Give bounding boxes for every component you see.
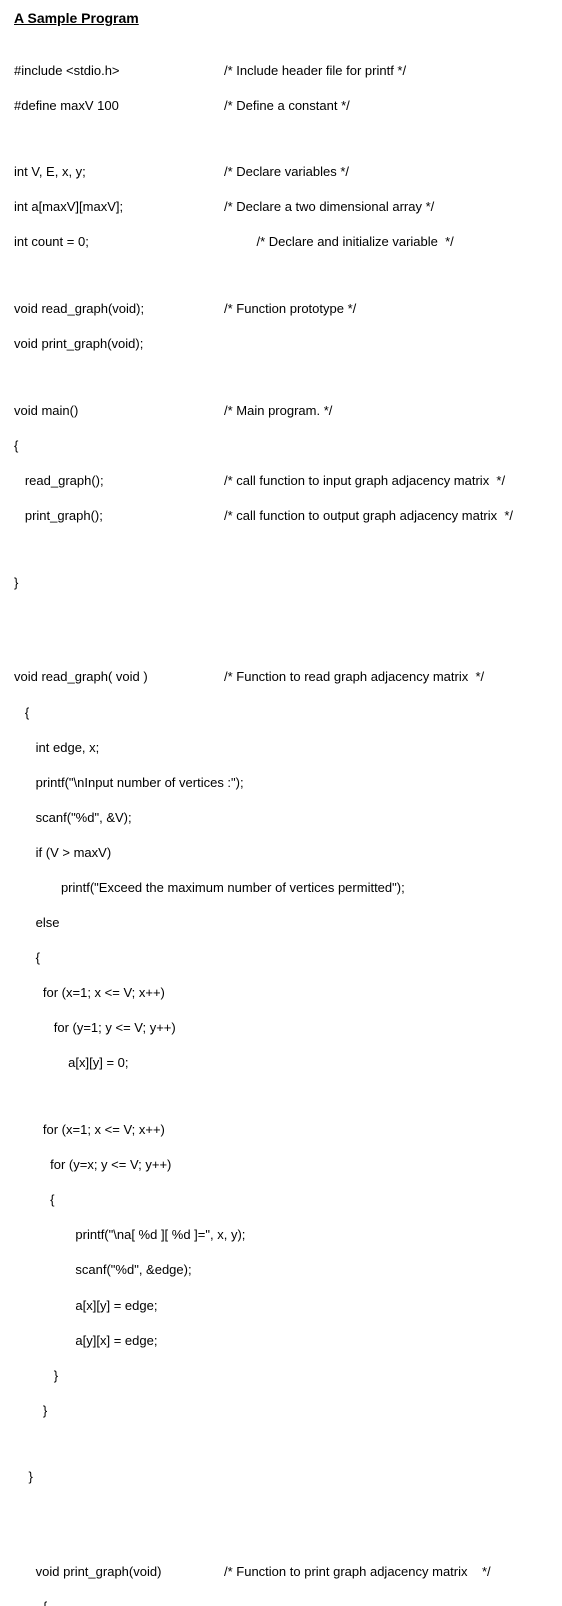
- code-text: int edge, x;: [14, 739, 99, 757]
- code-text: {: [14, 437, 18, 455]
- code-text: for (x=1; x <= V; x++): [14, 984, 165, 1002]
- code-comment: /* Include header file for printf */: [224, 62, 406, 80]
- code-comment: /* call function to input graph adjacenc…: [224, 472, 505, 490]
- code-comment: /* Function prototype */: [224, 300, 356, 318]
- code-text: void print_graph(void);: [14, 335, 224, 353]
- code-comment: /* Declare and initialize variable */: [224, 233, 454, 251]
- code-text: }: [14, 574, 18, 592]
- code-text: int count = 0;: [14, 233, 224, 251]
- code-text: a[y][x] = edge;: [14, 1332, 157, 1350]
- code-comment: /* Main program. */: [224, 402, 332, 420]
- code-comment: /* Function to print graph adjacency mat…: [224, 1563, 491, 1581]
- code-comment: /* Declare a two dimensional array */: [224, 198, 434, 216]
- code-text: int a[maxV][maxV];: [14, 198, 224, 216]
- code-text: {: [14, 1598, 47, 1606]
- code-text: if (V > maxV): [14, 844, 111, 862]
- code-listing: #include <stdio.h>/* Include header file…: [14, 44, 548, 1606]
- code-text: #define maxV 100: [14, 97, 224, 115]
- code-text: printf("Exceed the maximum number of ver…: [14, 879, 405, 897]
- code-text: a[x][y] = 0;: [14, 1054, 129, 1072]
- code-text: for (x=1; x <= V; x++): [14, 1121, 165, 1139]
- code-text: scanf("%d", &edge);: [14, 1261, 192, 1279]
- code-text: print_graph();: [14, 507, 224, 525]
- code-text: {: [14, 949, 40, 967]
- code-text: read_graph();: [14, 472, 224, 490]
- code-comment: /* Declare variables */: [224, 163, 349, 181]
- code-text: void read_graph(void);: [14, 300, 224, 318]
- code-text: a[x][y] = edge;: [14, 1297, 157, 1315]
- code-text: else: [14, 914, 60, 932]
- code-text: printf("\nInput number of vertices :");: [14, 774, 244, 792]
- code-text: }: [14, 1367, 58, 1385]
- page-title: A Sample Program: [14, 10, 548, 26]
- code-comment: /* Function to read graph adjacency matr…: [224, 668, 484, 686]
- code-text: void print_graph(void): [14, 1563, 224, 1581]
- code-comment: /* Define a constant */: [224, 97, 350, 115]
- code-comment: /* call function to output graph adjacen…: [224, 507, 513, 525]
- code-text: for (y=1; y <= V; y++): [14, 1019, 176, 1037]
- code-text: #include <stdio.h>: [14, 62, 224, 80]
- code-text: printf("\na[ %d ][ %d ]=", x, y);: [14, 1226, 245, 1244]
- code-text: {: [14, 1191, 54, 1209]
- code-text: {: [14, 704, 29, 722]
- code-text: scanf("%d", &V);: [14, 809, 132, 827]
- code-text: for (y=x; y <= V; y++): [14, 1156, 171, 1174]
- code-text: void read_graph( void ): [14, 668, 224, 686]
- code-text: }: [14, 1468, 33, 1486]
- code-text: }: [14, 1402, 47, 1420]
- code-text: void main(): [14, 402, 224, 420]
- code-text: int V, E, x, y;: [14, 163, 224, 181]
